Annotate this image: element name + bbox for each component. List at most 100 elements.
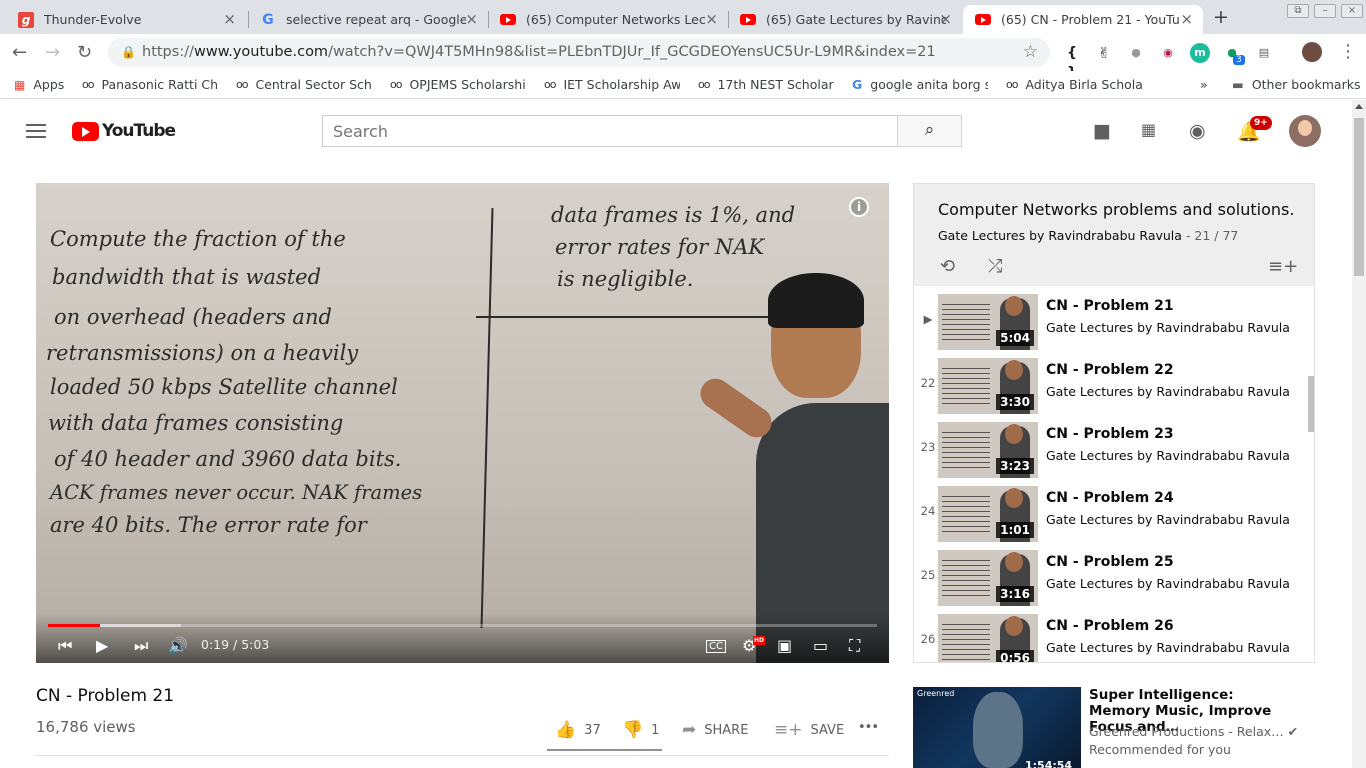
shuffle-icon[interactable]: ⤮	[988, 256, 1002, 277]
video-thumbnail[interactable]: 0:56	[938, 614, 1038, 662]
search-input[interactable]: Search	[322, 115, 898, 147]
playlist-item[interactable]: 24 1:01 CN - Problem 24 Gate Lectures by Ra…	[914, 482, 1304, 546]
tab-title: selective repeat arq - Google Se	[286, 12, 466, 27]
reload-icon[interactable]: ↻	[77, 42, 92, 63]
play-icon[interactable]: ▶	[96, 636, 108, 655]
playlist-item[interactable]: 25 3:16 CN - Problem 25 Gate Lectures by Ra…	[914, 546, 1304, 610]
duration-badge: 0:56	[996, 650, 1034, 662]
messages-icon[interactable]: ◉	[1189, 120, 1206, 142]
video-thumbnail[interactable]: 1:01	[938, 486, 1038, 542]
close-tab-icon[interactable]: ×	[1180, 10, 1193, 28]
playlist-item-channel: Gate Lectures by Ravindrababu Ravula	[1046, 320, 1290, 335]
tab-cn-problem-21[interactable]: (65) CN - Problem 21 - YouTube ×	[963, 5, 1203, 34]
apps-grid-icon[interactable]: ▦	[1141, 120, 1156, 139]
playlist-index: 24	[920, 504, 936, 518]
close-window-icon[interactable]: ×	[1341, 4, 1363, 18]
shield-extension-icon[interactable]: ●	[1126, 43, 1146, 63]
bookmark-item[interactable]: oo OPJEMS Scholarship	[390, 77, 526, 92]
page-scrollbar[interactable]	[1352, 100, 1366, 768]
bookmark-star-icon[interactable]: ☆	[1023, 38, 1038, 67]
like-button[interactable]: 👍 37	[555, 720, 601, 740]
fullscreen-icon[interactable]: ⛶	[849, 636, 860, 656]
google-icon: G	[262, 11, 274, 28]
playlist-item-title: CN - Problem 24	[1046, 490, 1174, 506]
m-extension-icon[interactable]: m	[1190, 43, 1210, 63]
tab-gate-lectures[interactable]: (65) Gate Lectures by Ravindral ×	[728, 5, 962, 34]
new-tab-button[interactable]: +	[1213, 6, 1229, 28]
video-thumbnail[interactable]: Greenred 1:54:54	[913, 687, 1081, 768]
video-thumbnail[interactable]: 5:04	[938, 294, 1038, 350]
progress-bar[interactable]	[48, 624, 877, 627]
grammar-extension-icon[interactable]: ✌	[1094, 43, 1114, 63]
thunder-g-icon: g	[18, 11, 34, 28]
search-button[interactable]: ⌕	[897, 115, 962, 147]
video-thumbnail[interactable]: 3:23	[938, 422, 1038, 478]
close-tab-icon[interactable]: ×	[465, 10, 478, 28]
playlist-channel: Gate Lectures by Ravindrababu Ravula - 2…	[938, 228, 1239, 243]
hamburger-menu-icon[interactable]	[26, 124, 46, 142]
avatar[interactable]	[1289, 115, 1321, 147]
restore-window-icon[interactable]: ⧉	[1287, 4, 1309, 18]
tab-thunder-evolve[interactable]: g Thunder-Evolve ×	[6, 5, 246, 34]
share-button[interactable]: ➦ SHARE	[682, 720, 748, 740]
youtube-logo[interactable]: YouTube	[72, 121, 176, 141]
tab-computer-networks[interactable]: (65) Computer Networks Lectu ×	[488, 5, 728, 34]
volume-icon[interactable]: 🔊	[168, 636, 188, 655]
loop-icon[interactable]: ⟲	[940, 256, 955, 277]
forward-arrow-icon[interactable]: →	[45, 42, 60, 63]
theater-mode-icon[interactable]: ▭	[813, 636, 828, 655]
close-tab-icon[interactable]: ×	[223, 10, 236, 28]
bookmark-apps[interactable]: ▦ Apps	[14, 77, 74, 92]
bookmark-item[interactable]: oo17th NEST Scholarsh	[698, 77, 834, 92]
video-thumbnail[interactable]: 3:16	[938, 550, 1038, 606]
other-bookmarks[interactable]: ▬ Other bookmarks	[1232, 77, 1360, 92]
miniplayer-icon[interactable]: ▣	[777, 636, 792, 655]
playlist-item-title: CN - Problem 21	[1046, 298, 1174, 314]
close-tab-icon[interactable]: ×	[939, 10, 952, 28]
share-arrow-icon: ➦	[682, 720, 697, 740]
dislike-button[interactable]: 👎 1	[622, 720, 659, 740]
url-path: /watch?v=QWJ4T5MHn98&list=PLEbnTDJUr_If_…	[328, 44, 936, 60]
info-icon[interactable]: i	[849, 197, 869, 217]
video-player[interactable]: Compute the fraction of the bandwidth th…	[36, 183, 889, 663]
folder-icon: ▬	[1232, 77, 1244, 92]
captions-icon[interactable]: CC	[706, 640, 726, 653]
playlist-panel: Computer Networks problems and solutions…	[913, 183, 1315, 663]
bookmark-item[interactable]: ooPanasonic Ratti Chha	[82, 77, 218, 92]
save-button[interactable]: ≡+ SAVE	[774, 720, 844, 740]
playlist-scrollbar[interactable]	[1308, 376, 1314, 432]
bookmark-item[interactable]: oo Aditya Birla Scholars	[1006, 77, 1144, 92]
tab-google-search[interactable]: G selective repeat arq - Google Se ×	[248, 5, 488, 34]
reader-extension-icon[interactable]: ▤	[1254, 43, 1274, 63]
close-tab-icon[interactable]: ×	[705, 10, 718, 28]
create-video-icon[interactable]: ■	[1093, 120, 1111, 142]
bookmark-item[interactable]: Ggoogle anita borg sc	[852, 77, 988, 92]
back-arrow-icon[interactable]: ←	[12, 42, 27, 63]
duration-badge: 3:16	[996, 586, 1034, 602]
recommended-video[interactable]: Greenred 1:54:54 Super Intelligence: Mem…	[913, 687, 1353, 768]
chrome-menu-icon[interactable]: ⋮	[1339, 41, 1357, 62]
more-bookmarks-icon[interactable]: »	[1200, 77, 1208, 92]
address-bar[interactable]: 🔒 https://www.youtube.com/watch?v=QWJ4T5M…	[108, 38, 1050, 67]
profile-avatar[interactable]	[1302, 42, 1322, 62]
next-icon[interactable]: ⏭	[134, 636, 148, 656]
playlist-add-icon[interactable]: ≡+	[1268, 256, 1298, 277]
json-extension-icon[interactable]: { }	[1062, 43, 1082, 81]
recommended-channel[interactable]: Greenred Productions - Relax… ✔	[1089, 724, 1298, 739]
previous-icon[interactable]: ⏮	[58, 636, 72, 656]
board-line: bandwidth that is wasted	[52, 265, 322, 289]
playlist-item[interactable]: ▶ 5:04 CN - Problem 21 Gate Lectures by Rav…	[914, 290, 1304, 354]
playlist-item[interactable]: 22 3:30 CN - Problem 22 Gate Lectures by Ra…	[914, 354, 1304, 418]
bookmark-item[interactable]: oo Central Sector Schol	[236, 77, 372, 92]
video-thumbnail[interactable]: 3:30	[938, 358, 1038, 414]
playlist-title[interactable]: Computer Networks problems and solutions…	[938, 200, 1294, 219]
minimize-icon[interactable]: –	[1314, 4, 1336, 18]
glasses-icon: oo	[544, 78, 557, 91]
pinwheel-extension-icon[interactable]: ◉	[1158, 43, 1178, 63]
playlist-item[interactable]: 26 0:56 CN - Problem 26 Gate Lectures by Ra…	[914, 610, 1304, 662]
bookmark-item[interactable]: oo IET Scholarship Awa	[544, 77, 680, 92]
playlist-item[interactable]: 23 3:23 CN - Problem 23 Gate Lectures by Ra…	[914, 418, 1304, 482]
board-line: data frames is 1%, and	[551, 203, 796, 227]
tab-title: Thunder-Evolve	[44, 12, 142, 27]
more-actions-button[interactable]: •••	[858, 720, 879, 735]
